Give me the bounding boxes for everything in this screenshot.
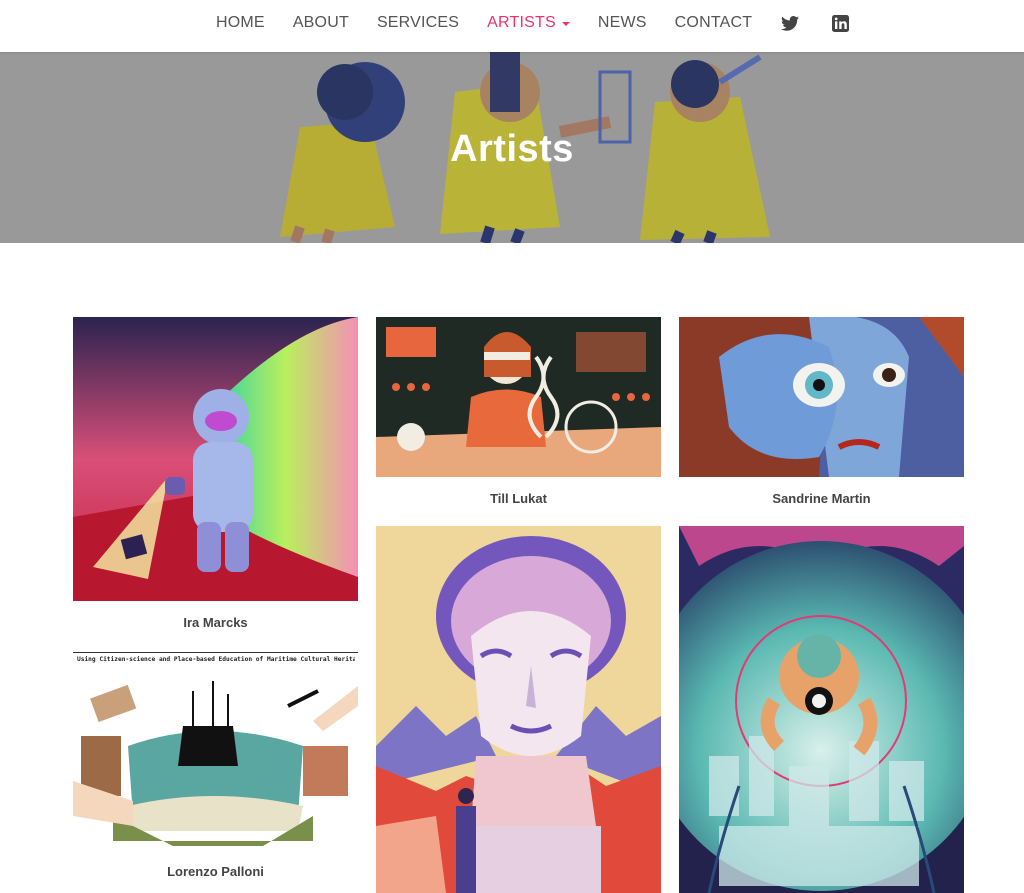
artist-card-sandrine-martin[interactable]: Sandrine Martin (679, 317, 964, 506)
artwork-image-astronaut (73, 317, 358, 601)
nav-artists[interactable]: ARTISTS (487, 14, 570, 32)
artwork-image-scientist (376, 317, 661, 477)
artist-card-till-lukat[interactable]: Till Lukat (376, 317, 661, 506)
nav-menu: HOME ABOUT SERVICES ARTISTS NEWS CONTACT (216, 0, 880, 46)
artist-card-statue[interactable] (376, 526, 661, 893)
artwork-image-statue (376, 526, 661, 893)
artwork-image-eye (679, 317, 964, 477)
nav-contact[interactable]: CONTACT (675, 14, 753, 32)
nav-home[interactable]: HOME (216, 14, 265, 32)
nav-about[interactable]: ABOUT (293, 14, 349, 32)
artist-card-city[interactable] (679, 526, 964, 893)
artist-name[interactable]: Sandrine Martin (679, 491, 964, 506)
hero-banner: Artists (0, 52, 1024, 243)
artist-card-ira-marcks[interactable]: Ira Marcks (73, 317, 358, 630)
caret-down-icon (561, 22, 570, 26)
artist-card-lorenzo-palloni[interactable]: Using Citizen-science and Place-based Ed… (73, 648, 358, 879)
artwork-caption: Using Citizen-science and Place-based Ed… (77, 656, 355, 663)
nav-artists-label: ARTISTS (487, 14, 556, 31)
artist-name[interactable]: Ira Marcks (73, 615, 358, 630)
page-title: Artists (450, 128, 574, 170)
artist-name[interactable]: Till Lukat (376, 491, 661, 506)
artist-name[interactable]: Lorenzo Palloni (73, 864, 358, 879)
twitter-icon[interactable] (780, 13, 800, 33)
artwork-image-ship-book: Using Citizen-science and Place-based Ed… (73, 648, 358, 850)
artwork-image-astronaut-city (679, 526, 964, 893)
linkedin-icon[interactable] (830, 13, 850, 33)
nav-services[interactable]: SERVICES (377, 14, 459, 32)
top-navigation: HOME ABOUT SERVICES ARTISTS NEWS CONTACT (0, 0, 1024, 52)
nav-news[interactable]: NEWS (598, 14, 647, 32)
